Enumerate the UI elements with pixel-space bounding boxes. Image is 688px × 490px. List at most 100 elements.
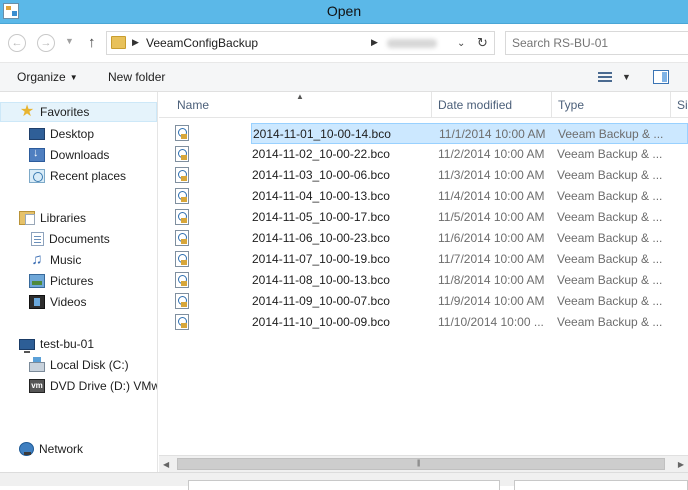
open-dialog: Open ← → ▼ ↑ ▶ VeeamConfigBackup ▶ ⌄ ↻ O…	[0, 0, 688, 490]
downloads-icon	[29, 147, 45, 162]
file-name: 2014-11-08_10-00-13.bco	[252, 273, 390, 287]
scrollbar-grip-icon: |||	[417, 460, 421, 467]
file-row[interactable]: 2014-11-05_10-00-17.bco 11/5/2014 10:00 A…	[173, 207, 688, 228]
file-date-modified: 11/9/2014 10:00 AM	[438, 294, 545, 308]
file-row[interactable]: 2014-11-09_10-00-07.bco 11/9/2014 10:00 A…	[173, 291, 688, 312]
dvd-drive-icon: vm	[29, 379, 45, 393]
pictures-icon	[29, 274, 45, 288]
view-dropdown-icon[interactable]: ▼	[622, 72, 631, 82]
chevron-down-icon: ▼	[69, 73, 78, 82]
nav-documents[interactable]: Documents	[31, 229, 110, 249]
file-date-modified: 11/8/2014 10:00 AM	[438, 273, 545, 287]
horizontal-scrollbar[interactable]: ◀ ||| ▶	[159, 455, 688, 472]
nav-desktop[interactable]: Desktop	[29, 124, 94, 144]
bottom-panel	[0, 472, 688, 490]
scroll-right-icon[interactable]: ▶	[678, 460, 684, 469]
up-level-icon[interactable]: ↑	[88, 34, 96, 51]
file-type: Veeam Backup & ...	[558, 127, 664, 141]
nav-computer[interactable]: test-bu-01	[19, 334, 94, 354]
view-options-icon[interactable]	[598, 72, 612, 83]
file-type: Veeam Backup & ...	[557, 147, 663, 161]
nav-pictures[interactable]: Pictures	[29, 271, 93, 291]
nav-label: Downloads	[50, 148, 110, 162]
file-name: 2014-11-04_10-00-13.bco	[252, 189, 390, 203]
address-bar[interactable]: ▶ VeeamConfigBackup ▶ ⌄ ↻	[106, 31, 495, 55]
nav-videos[interactable]: Videos	[29, 292, 86, 312]
network-icon	[19, 442, 34, 456]
nav-local-disk[interactable]: Local Disk (C:)	[29, 355, 129, 375]
star-icon: ★	[19, 103, 35, 120]
nav-libraries[interactable]: Libraries	[19, 208, 86, 228]
file-row[interactable]: 2014-11-07_10-00-19.bco 11/7/2014 10:00 A…	[173, 249, 688, 270]
column-date-modified[interactable]: Date modified	[432, 92, 552, 118]
file-type: Veeam Backup & ...	[557, 189, 663, 203]
file-name-field[interactable]	[188, 480, 500, 490]
nav-label: Recent places	[50, 169, 127, 183]
column-size[interactable]: Siz	[671, 92, 688, 118]
nav-label: Network	[39, 442, 84, 456]
file-date-modified: 11/4/2014 10:00 AM	[438, 189, 545, 203]
file-name: 2014-11-02_10-00-22.bco	[252, 147, 390, 161]
libraries-icon	[19, 211, 35, 225]
breadcrumb-chevron-icon[interactable]: ▶	[371, 37, 378, 48]
file-date-modified: 11/1/2014 10:00 AM	[439, 127, 546, 141]
scroll-left-icon[interactable]: ◀	[163, 460, 169, 469]
nav-network[interactable]: Network	[19, 439, 83, 459]
nav-recent-places[interactable]: Recent places	[29, 166, 126, 186]
computer-icon	[19, 338, 35, 353]
file-type: Veeam Backup & ...	[557, 252, 663, 266]
file-row[interactable]: 2014-11-10_10-00-09.bco 11/10/2014 10:00 …	[173, 312, 688, 333]
scrollbar-thumb[interactable]	[177, 458, 665, 470]
file-row[interactable]: 2014-11-03_10-00-06.bco 11/3/2014 10:00 A…	[173, 165, 688, 186]
nav-music[interactable]: ♫ Music	[29, 250, 81, 270]
desktop-icon	[29, 128, 45, 140]
folder-icon	[111, 36, 126, 49]
recent-places-icon	[29, 169, 45, 183]
column-header-row: ▲ Name Date modified Type Siz	[159, 92, 688, 118]
forward-button[interactable]: →	[37, 34, 55, 52]
breadcrumb-veeamconfigbackup[interactable]: VeeamConfigBackup	[146, 36, 258, 50]
nav-label: Desktop	[50, 127, 95, 141]
toolbar: Organize ▼ New folder ▼	[0, 62, 688, 92]
address-row: ← → ▼ ↑ ▶ VeeamConfigBackup ▶ ⌄ ↻	[0, 24, 688, 62]
file-name: 2014-11-05_10-00-17.bco	[252, 210, 390, 224]
nav-favorites[interactable]: ★ Favorites	[0, 102, 157, 122]
file-row[interactable]: 2014-11-04_10-00-13.bco 11/4/2014 10:00 A…	[173, 186, 688, 207]
column-type[interactable]: Type	[552, 92, 671, 118]
file-name: 2014-11-10_10-00-09.bco	[252, 315, 390, 329]
back-button[interactable]: ←	[8, 34, 26, 52]
file-date-modified: 11/2/2014 10:00 AM	[438, 147, 545, 161]
nav-dvd-drive[interactable]: vm DVD Drive (D:) VMw	[29, 376, 157, 396]
file-row[interactable]: 2014-11-02_10-00-22.bco 11/2/2014 10:00 A…	[173, 144, 688, 165]
refresh-icon[interactable]: ↻	[477, 35, 488, 51]
file-type: Veeam Backup & ...	[557, 294, 663, 308]
file-type-select[interactable]	[514, 480, 688, 490]
nav-label: test-bu-01	[40, 337, 95, 351]
recent-locations-dropdown-icon[interactable]: ▼	[65, 36, 74, 46]
column-name[interactable]: Name	[171, 92, 432, 118]
breadcrumb-chevron-icon[interactable]: ▶	[132, 37, 139, 48]
nav-label: Music	[50, 253, 82, 267]
file-date-modified: 11/3/2014 10:00 AM	[438, 168, 545, 182]
preview-pane-icon[interactable]	[653, 70, 669, 84]
file-date-modified: 11/6/2014 10:00 AM	[438, 231, 545, 245]
file-type: Veeam Backup & ...	[557, 273, 663, 287]
nav-label: Pictures	[50, 274, 94, 288]
new-folder-button[interactable]: New folder	[108, 70, 165, 84]
search-input[interactable]	[512, 35, 682, 51]
file-date-modified: 11/10/2014 10:00 ...	[438, 315, 544, 329]
search-box[interactable]	[505, 31, 688, 55]
hard-disk-icon	[29, 357, 45, 372]
address-dropdown-icon[interactable]: ⌄	[457, 38, 465, 49]
file-row[interactable]: 2014-11-06_10-00-23.bco 11/6/2014 10:00 A…	[173, 228, 688, 249]
title-bar[interactable]: Open	[0, 0, 688, 24]
organize-button[interactable]: Organize ▼	[17, 70, 78, 84]
file-name: 2014-11-06_10-00-23.bco	[252, 231, 390, 245]
nav-label: DVD Drive (D:) VMw	[50, 379, 157, 393]
file-row[interactable]: 2014-11-01_10-00-14.bco 11/1/2014 10:00 A…	[251, 123, 688, 144]
nav-downloads[interactable]: Downloads	[29, 145, 109, 165]
nav-label: Local Disk (C:)	[50, 358, 129, 372]
file-name: 2014-11-01_10-00-14.bco	[253, 127, 391, 141]
nav-label: Libraries	[40, 211, 87, 225]
file-row[interactable]: 2014-11-08_10-00-13.bco 11/8/2014 10:00 A…	[173, 270, 688, 291]
